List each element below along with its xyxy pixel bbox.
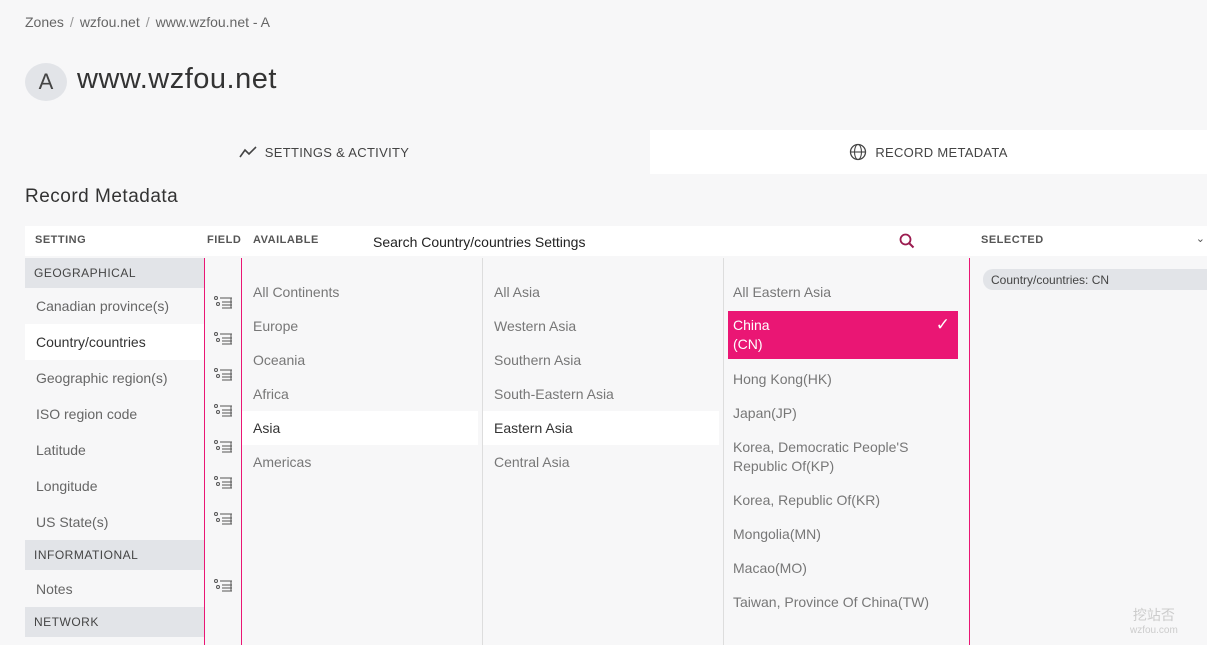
category-header-network: NETWORK <box>25 607 204 637</box>
list-item[interactable]: All Asia <box>483 275 719 309</box>
column-divider <box>723 258 724 645</box>
chart-line-icon <box>239 146 257 158</box>
tab-settings-activity[interactable]: SETTINGS & ACTIVITY <box>0 130 648 174</box>
list-item[interactable]: South-Eastern Asia <box>483 377 719 411</box>
field-list-icon[interactable] <box>213 578 233 592</box>
columns-header: SETTING FIELD AVAILABLE SELECTED ⌄ <box>25 226 1207 256</box>
setting-item-latitude[interactable]: Latitude <box>25 432 204 468</box>
search-input[interactable] <box>371 229 905 255</box>
setting-item-iso-region-code[interactable]: ISO region code <box>25 396 204 432</box>
list-item[interactable]: Hong Kong(HK) <box>733 370 958 389</box>
breadcrumb-separator: / <box>69 14 74 30</box>
list-item[interactable]: Mongolia(MN) <box>733 525 958 544</box>
list-item[interactable]: Western Asia <box>483 309 719 343</box>
selected-chip[interactable]: Country/countries: CN <box>983 269 1207 290</box>
setting-item-canadian-provinces[interactable]: Canadian province(s) <box>25 288 204 324</box>
list-item[interactable]: Taiwan, Province Of China(TW) <box>733 593 958 612</box>
watermark-url: wzfou.com <box>1130 625 1178 636</box>
record-type-label: A <box>38 69 54 94</box>
record-type-avatar: A <box>25 63 67 101</box>
column-header-selected: SELECTED <box>981 234 1044 246</box>
breadcrumb-record: www.wzfou.net - A <box>155 14 271 30</box>
list-item[interactable]: Europe <box>242 309 478 343</box>
column-header-available: AVAILABLE <box>253 234 319 246</box>
search-icon[interactable] <box>898 232 916 250</box>
watermark-logo-text: 挖站否 <box>1132 607 1175 623</box>
list-item[interactable]: All Eastern Asia <box>733 283 958 302</box>
breadcrumb-separator: / <box>145 14 150 30</box>
settings-list: GEOGRAPHICAL Canadian province(s) Countr… <box>25 258 204 637</box>
setting-item-us-states[interactable]: US State(s) <box>25 504 204 540</box>
field-list-icon[interactable] <box>213 475 233 489</box>
column-divider <box>204 258 205 645</box>
tab-record-metadata[interactable]: RECORD METADATA <box>650 130 1207 174</box>
list-item[interactable]: Americas <box>242 445 478 479</box>
list-item[interactable]: Korea, Democratic People'S Republic Of(K… <box>733 438 958 476</box>
field-list-icon[interactable] <box>213 367 233 381</box>
list-item-selected[interactable]: Asia <box>242 411 478 445</box>
column-header-setting: SETTING <box>35 234 87 246</box>
country-item-selected[interactable]: China (CN) ✓ <box>728 311 958 359</box>
chevron-down-icon[interactable]: ⌄ <box>1196 232 1205 245</box>
section-title: Record Metadata <box>25 186 179 207</box>
field-list-icon[interactable] <box>213 439 233 453</box>
list-item[interactable]: All Continents <box>242 275 478 309</box>
list-item[interactable]: Africa <box>242 377 478 411</box>
country-code: (CN) <box>733 336 763 352</box>
tab-bar: SETTINGS & ACTIVITY RECORD METADATA <box>0 130 1207 174</box>
breadcrumb-zone[interactable]: wzfou.net <box>80 14 140 30</box>
breadcrumb-zones[interactable]: Zones <box>25 14 64 30</box>
check-icon: ✓ <box>935 315 950 334</box>
list-item[interactable]: Southern Asia <box>483 343 719 377</box>
setting-item-geographic-regions[interactable]: Geographic region(s) <box>25 360 204 396</box>
field-list-icon[interactable] <box>213 295 233 309</box>
list-item[interactable]: Oceania <box>242 343 478 377</box>
category-header-informational: INFORMATIONAL <box>25 540 204 570</box>
category-header-geographical: GEOGRAPHICAL <box>25 258 204 288</box>
regions-list: All Asia Western Asia Southern Asia Sout… <box>483 275 719 479</box>
setting-item-longitude[interactable]: Longitude <box>25 468 204 504</box>
field-list-icon[interactable] <box>213 403 233 417</box>
list-item[interactable]: Japan(JP) <box>733 404 958 423</box>
tab-settings-activity-label: SETTINGS & ACTIVITY <box>264 144 410 160</box>
watermark: 挖站否 wzfou.com <box>1130 605 1178 636</box>
page-title: www.wzfou.net <box>77 63 277 95</box>
column-divider <box>969 258 970 645</box>
setting-item-notes[interactable]: Notes <box>25 570 204 607</box>
field-list-icon[interactable] <box>213 331 233 345</box>
continents-list: All Continents Europe Oceania Africa Asi… <box>242 275 478 479</box>
country-name: China <box>733 317 770 333</box>
setting-item-countries[interactable]: Country/countries <box>25 324 204 360</box>
list-item-selected[interactable]: Eastern Asia <box>483 411 719 445</box>
list-item[interactable]: Macao(MO) <box>733 559 958 578</box>
list-item[interactable]: Central Asia <box>483 445 719 479</box>
globe-icon <box>850 143 867 161</box>
field-list-icon[interactable] <box>213 511 233 525</box>
tab-record-metadata-label: RECORD METADATA <box>875 144 1008 160</box>
column-header-field: FIELD <box>207 234 242 246</box>
breadcrumb: Zones / wzfou.net / www.wzfou.net - A <box>25 14 270 30</box>
list-item[interactable]: Korea, Republic Of(KR) <box>733 491 958 510</box>
